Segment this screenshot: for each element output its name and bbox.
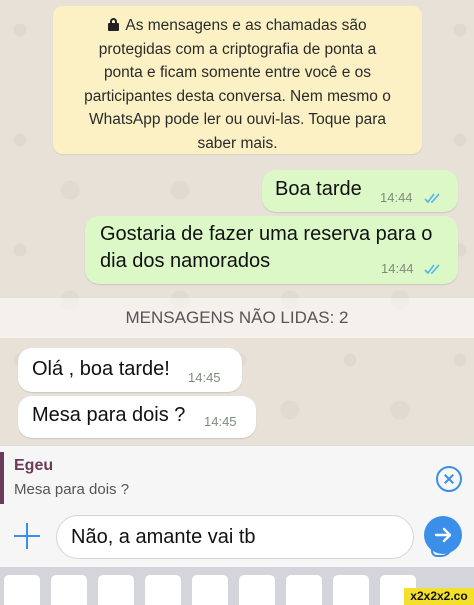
- unread-messages-banner: MENSAGENS NÃO LIDAS: 2: [0, 298, 474, 338]
- keyboard: [0, 567, 474, 605]
- keyboard-key[interactable]: [98, 575, 134, 605]
- incoming-message[interactable]: Olá , boa tarde! 14:45: [18, 348, 242, 392]
- keyboard-key[interactable]: [192, 575, 228, 605]
- encryption-notice-line: saber mais.: [197, 134, 278, 152]
- reply-preview[interactable]: Egeu Mesa para dois ?: [0, 445, 474, 507]
- watermark: x2x2x2.co: [404, 588, 474, 605]
- reply-quoted-text: Mesa para dois ?: [14, 481, 130, 498]
- message-text: Boa tarde: [275, 178, 362, 200]
- message-text: Olá , boa tarde!: [32, 358, 170, 380]
- keyboard-key[interactable]: [51, 575, 87, 605]
- encryption-notice-line: ponta e ficam somente entre você e os: [103, 64, 372, 81]
- close-circle-icon[interactable]: [436, 466, 462, 492]
- outgoing-message[interactable]: Gostaria de fazer uma reserva para o dia…: [85, 216, 458, 284]
- double-check-icon: [424, 193, 440, 204]
- message-time: 14:44: [381, 261, 414, 276]
- message-composer: Não, a amante vai tb: [0, 507, 474, 567]
- keyboard-key[interactable]: [239, 575, 275, 605]
- incoming-message[interactable]: Mesa para dois ? 14:45: [18, 396, 256, 438]
- lock-icon: [108, 18, 120, 31]
- encryption-notice-line: As mensagens e as chamadas são: [63, 14, 412, 38]
- keyboard-key[interactable]: [4, 575, 40, 605]
- message-time: 14:44: [380, 190, 413, 205]
- send-arrow-icon: [434, 527, 452, 543]
- send-button[interactable]: [424, 516, 462, 554]
- reply-accent-bar: [0, 452, 4, 504]
- plus-icon[interactable]: [14, 523, 40, 549]
- reply-sender-name: Egeu: [14, 457, 54, 474]
- double-check-icon: [424, 264, 440, 275]
- encryption-notice-line: protegidas com a criptografia de ponta a: [98, 40, 377, 58]
- message-text: Mesa para dois ?: [32, 404, 186, 426]
- keyboard-key[interactable]: [145, 575, 181, 605]
- message-time: 14:45: [188, 370, 221, 385]
- encryption-notice-line: participantes desta conversa. Nem mesmo …: [84, 87, 391, 105]
- message-text-line: dia dos namorados: [100, 250, 271, 272]
- message-input-value: Não, a amante vai tb: [71, 526, 256, 548]
- message-time: 14:45: [204, 414, 237, 429]
- message-input[interactable]: Não, a amante vai tb: [56, 515, 453, 559]
- encryption-notice[interactable]: As mensagens e as chamadas são protegida…: [53, 6, 422, 154]
- outgoing-message[interactable]: Boa tarde 14:44: [262, 170, 458, 212]
- encryption-notice-line: WhatsApp pode ler ou ouvi-las. Toque par…: [89, 111, 386, 128]
- keyboard-key[interactable]: [333, 575, 369, 605]
- message-text-line: Gostaria de fazer uma reserva para o: [100, 223, 433, 245]
- keyboard-key[interactable]: [286, 575, 322, 605]
